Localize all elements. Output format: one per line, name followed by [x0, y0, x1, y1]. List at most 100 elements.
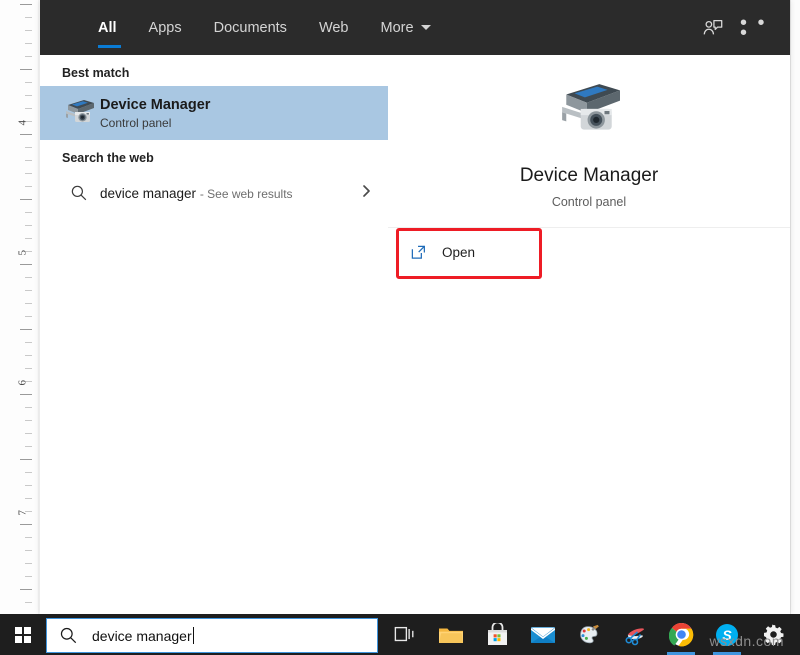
microsoft-store-icon: [486, 623, 509, 647]
app-preview-pane: Device Manager Control panel Open: [388, 55, 790, 614]
app-preview-title: Device Manager: [520, 165, 658, 187]
ruler-tick: [25, 277, 32, 278]
ruler-number: 7: [16, 510, 28, 516]
search-filter-tabs: All Apps Documents Web More: [86, 0, 447, 55]
search-icon: [59, 626, 78, 645]
ruler-tick: [25, 82, 32, 83]
ruler-tick: [20, 264, 32, 265]
tab-documents[interactable]: Documents: [198, 0, 303, 55]
screenshot-root: 4 5 6 7 All Apps Documents Web: [0, 0, 800, 655]
taskbar-search-value: device manager: [92, 628, 192, 644]
ruler-tick: [25, 225, 32, 226]
file-explorer-button[interactable]: [428, 614, 474, 655]
ruler-tick: [25, 576, 32, 577]
result-item-subtitle: Control panel: [100, 115, 210, 131]
ruler-number: 6: [16, 380, 28, 386]
microsoft-store-button[interactable]: [474, 614, 520, 655]
feedback-person-icon: [702, 17, 724, 39]
right-ruler-strip: [790, 0, 800, 655]
ruler-tick: [25, 30, 32, 31]
start-button[interactable]: [0, 614, 46, 655]
feedback-button[interactable]: [692, 7, 734, 49]
tab-documents-label: Documents: [214, 20, 287, 36]
ruler-tick: [20, 199, 32, 200]
tab-more[interactable]: More: [365, 0, 447, 55]
ruler-tick: [20, 4, 32, 5]
file-explorer-icon: [438, 624, 464, 646]
ruler-tick: [20, 459, 32, 460]
ruler-tick: [25, 212, 32, 213]
web-result-query: device manager: [100, 186, 196, 201]
search-results-list: Best match: [40, 55, 389, 614]
tab-more-label: More: [381, 20, 414, 36]
search-icon: [58, 184, 100, 202]
header-actions: • • •: [692, 0, 782, 55]
web-result-item[interactable]: device manager - See web results: [40, 171, 388, 215]
taskbar-pinned-icons: S: [382, 614, 796, 655]
ruler-number: 4: [16, 120, 28, 126]
skype-icon: S: [715, 623, 739, 647]
tab-all-label: All: [98, 20, 117, 36]
more-options-button[interactable]: • • •: [740, 7, 782, 49]
search-the-web-heading: Search the web: [40, 140, 388, 171]
ruler-tick: [25, 602, 32, 603]
skype-button[interactable]: S: [704, 614, 750, 655]
ruler-tick: [25, 550, 32, 551]
settings-button[interactable]: [750, 614, 796, 655]
result-item-title: Device Manager: [100, 96, 210, 114]
ruler-tick: [25, 485, 32, 486]
text-cursor: [193, 627, 194, 644]
paint-palette-icon: [577, 623, 601, 647]
chevron-right-icon: [360, 183, 374, 204]
ruler-tick: [25, 108, 32, 109]
google-chrome-icon: [669, 622, 694, 647]
mail-button[interactable]: [520, 614, 566, 655]
tab-apps[interactable]: Apps: [133, 0, 198, 55]
paint-button[interactable]: [566, 614, 612, 655]
web-result-suffix: - See web results: [200, 187, 293, 201]
result-item-text: Device Manager Control panel: [100, 96, 210, 131]
tab-apps-label: Apps: [149, 20, 182, 36]
device-manager-icon-large: [553, 80, 625, 147]
ruler-tick: [25, 420, 32, 421]
ruler-tick: [25, 17, 32, 18]
ruler-tick: [25, 43, 32, 44]
open-button-label: Open: [442, 245, 475, 260]
mail-icon: [530, 625, 556, 645]
ruler-tick: [25, 173, 32, 174]
ruler-tick: [25, 56, 32, 57]
tab-all[interactable]: All: [86, 0, 133, 55]
ruler-tick: [25, 147, 32, 148]
web-result-label: device manager - See web results: [100, 186, 293, 201]
ruler-tick: [20, 524, 32, 525]
ruler-tick: [25, 342, 32, 343]
task-view-button[interactable]: [382, 614, 428, 655]
result-item-device-manager[interactable]: Device Manager Control panel: [40, 86, 388, 140]
open-external-icon: [410, 244, 442, 261]
ruler-tick: [20, 69, 32, 70]
ruler-tick: [25, 95, 32, 96]
snip-and-sketch-icon: [623, 623, 648, 647]
search-results-body: Best match: [40, 55, 790, 614]
ruler-tick: [25, 303, 32, 304]
ruler-tick: [20, 134, 32, 135]
ruler-tick: [25, 446, 32, 447]
ruler-tick: [25, 238, 32, 239]
ruler-tick: [25, 498, 32, 499]
snip-sketch-button[interactable]: [612, 614, 658, 655]
taskbar: device manager: [0, 614, 800, 655]
open-button[interactable]: Open: [410, 234, 530, 270]
task-view-icon: [394, 625, 416, 644]
ruler-tick: [20, 589, 32, 590]
ruler-tick: [25, 537, 32, 538]
ruler-tick: [25, 186, 32, 187]
device-manager-icon: [58, 98, 100, 128]
ellipsis-icon: • • •: [740, 18, 782, 38]
windows-logo-icon: [15, 627, 31, 643]
taskbar-search-input[interactable]: device manager: [46, 618, 378, 653]
chrome-button[interactable]: [658, 614, 704, 655]
ruler-tick: [20, 394, 32, 395]
tab-web[interactable]: Web: [303, 0, 365, 55]
app-action-list: Open: [388, 228, 790, 270]
ruler-tick: [25, 368, 32, 369]
